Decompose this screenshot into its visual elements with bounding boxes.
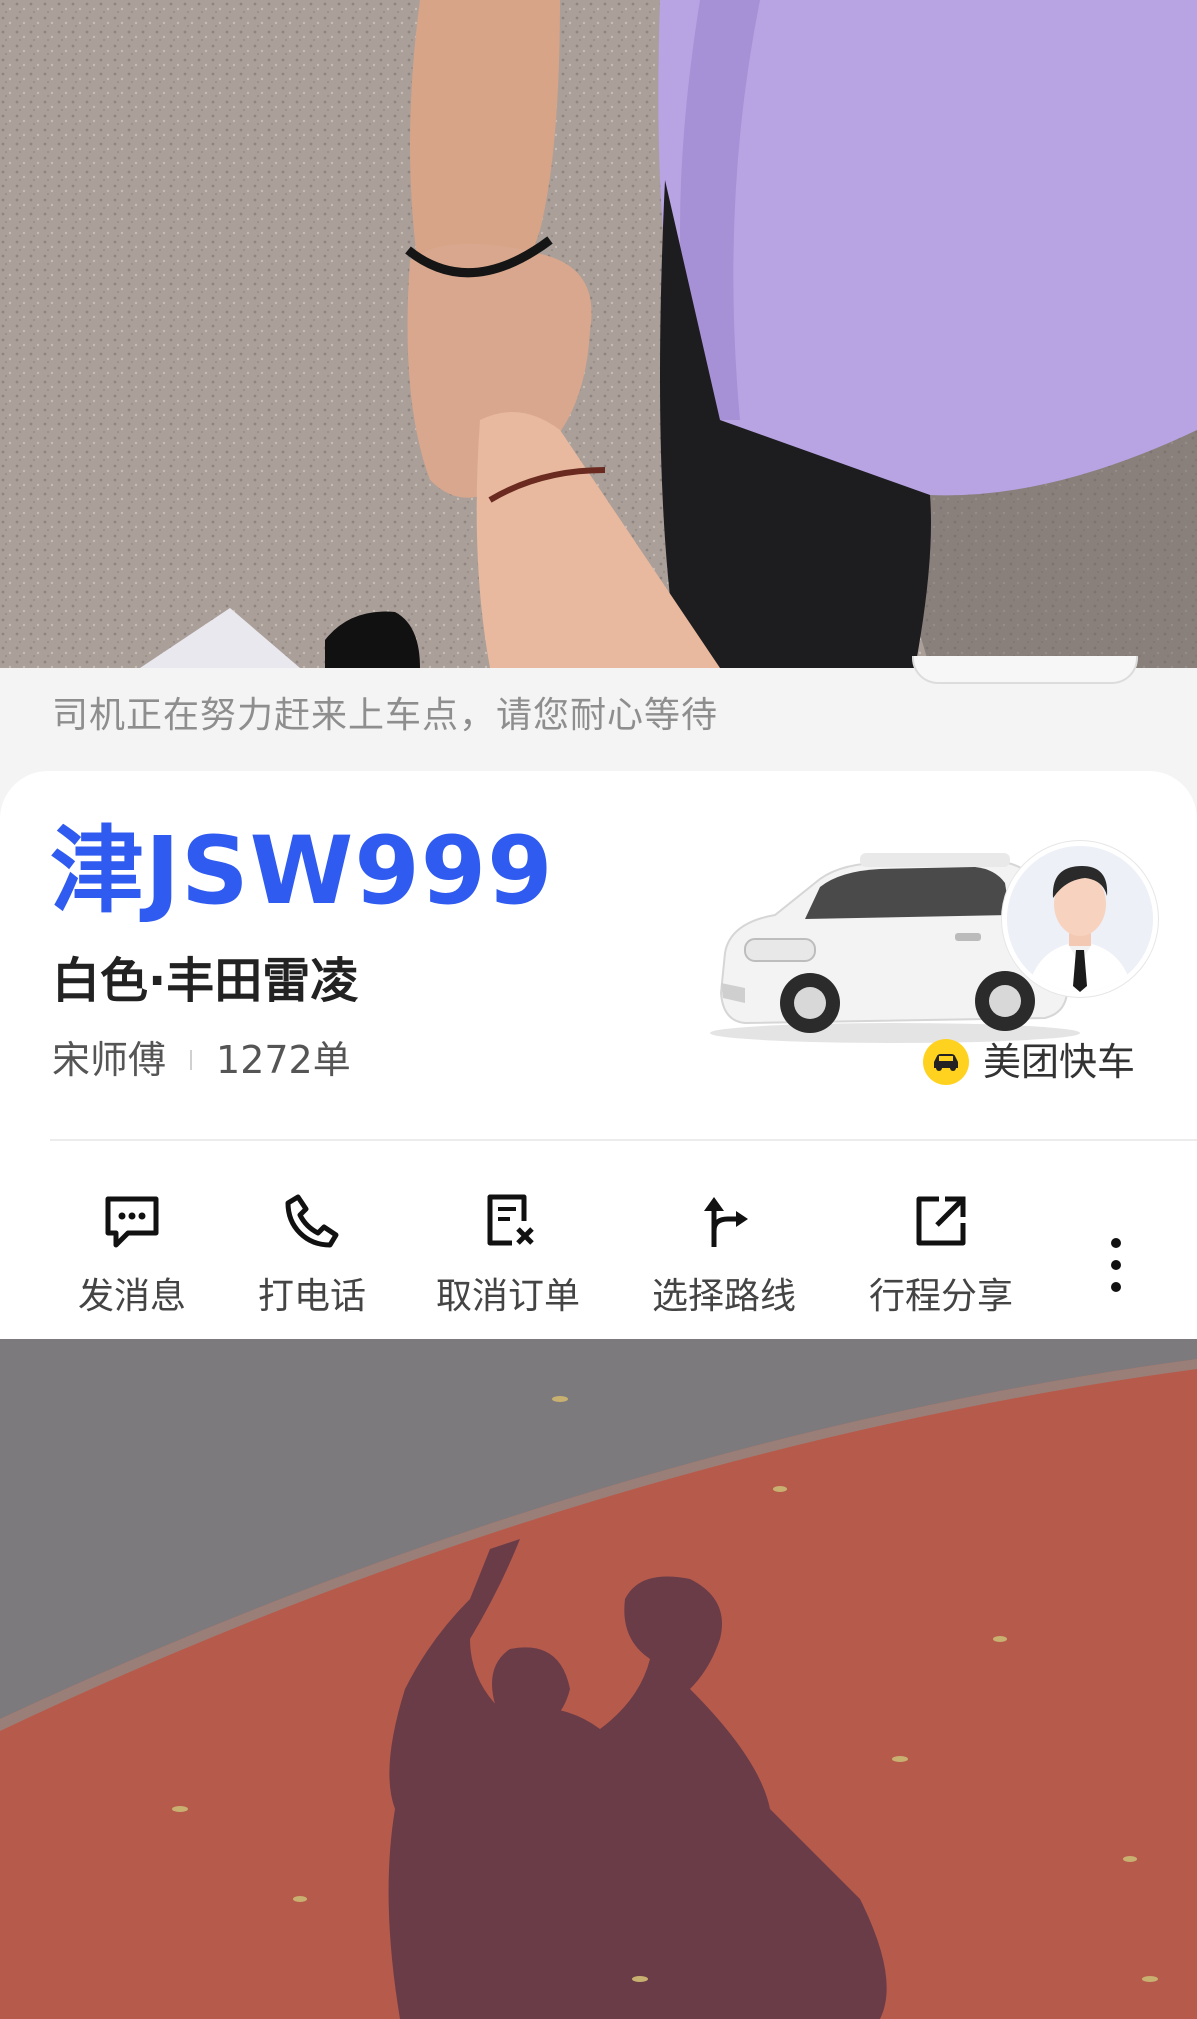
cancel-order-label: 取消订单 xyxy=(435,1276,580,1317)
status-message: 司机正在努力赶来上车点，请您耐心等待 xyxy=(52,695,719,736)
select-route-label: 选择路线 xyxy=(651,1276,796,1317)
share-trip-button[interactable]: 行程分享 xyxy=(856,1191,1026,1315)
more-vertical-icon[interactable] xyxy=(1096,1227,1136,1307)
service-name: 美团快车 xyxy=(982,1040,1135,1084)
card-divider xyxy=(50,1139,1197,1141)
call-driver-button[interactable]: 打电话 xyxy=(227,1191,397,1315)
sheet-handle[interactable] xyxy=(912,656,1138,684)
cancel-order-button[interactable]: 取消订单 xyxy=(423,1191,593,1315)
bottom-photo xyxy=(0,1339,1197,2019)
phone-icon xyxy=(285,1194,339,1248)
service-badge: 美团快车 xyxy=(922,1039,1135,1085)
driver-info: 宋师傅 1272单 xyxy=(52,1041,351,1079)
share-trip-label: 行程分享 xyxy=(868,1276,1013,1317)
vehicle-description: 白色·丰田雷凌 xyxy=(52,953,359,1009)
ride-status-screen: 司机正在努力赶来上车点，请您耐心等待 津JSW999 白色·丰田雷凌 宋师傅 1… xyxy=(0,0,1197,2019)
driver-card: 津JSW999 白色·丰田雷凌 宋师傅 1272单 美团快车 发消息 打电话 取… xyxy=(0,771,1197,1339)
driver-order-count: 1272单 xyxy=(216,1038,351,1082)
car-icon xyxy=(922,1039,969,1085)
cancel-order-icon xyxy=(487,1194,534,1246)
driver-info-separator xyxy=(190,1050,193,1070)
send-message-label: 发消息 xyxy=(77,1276,186,1317)
status-strip: 司机正在努力赶来上车点，请您耐心等待 xyxy=(0,656,1197,778)
top-photo xyxy=(0,0,1197,668)
driver-name: 宋师傅 xyxy=(52,1038,167,1082)
message-icon xyxy=(105,1196,159,1248)
send-message-button[interactable]: 发消息 xyxy=(47,1191,217,1315)
driver-avatar[interactable] xyxy=(1002,841,1158,997)
share-icon xyxy=(916,1196,966,1246)
call-driver-label: 打电话 xyxy=(257,1276,366,1317)
route-icon xyxy=(704,1197,748,1247)
select-route-button[interactable]: 选择路线 xyxy=(639,1191,809,1315)
license-plate: 津JSW999 xyxy=(50,817,554,926)
